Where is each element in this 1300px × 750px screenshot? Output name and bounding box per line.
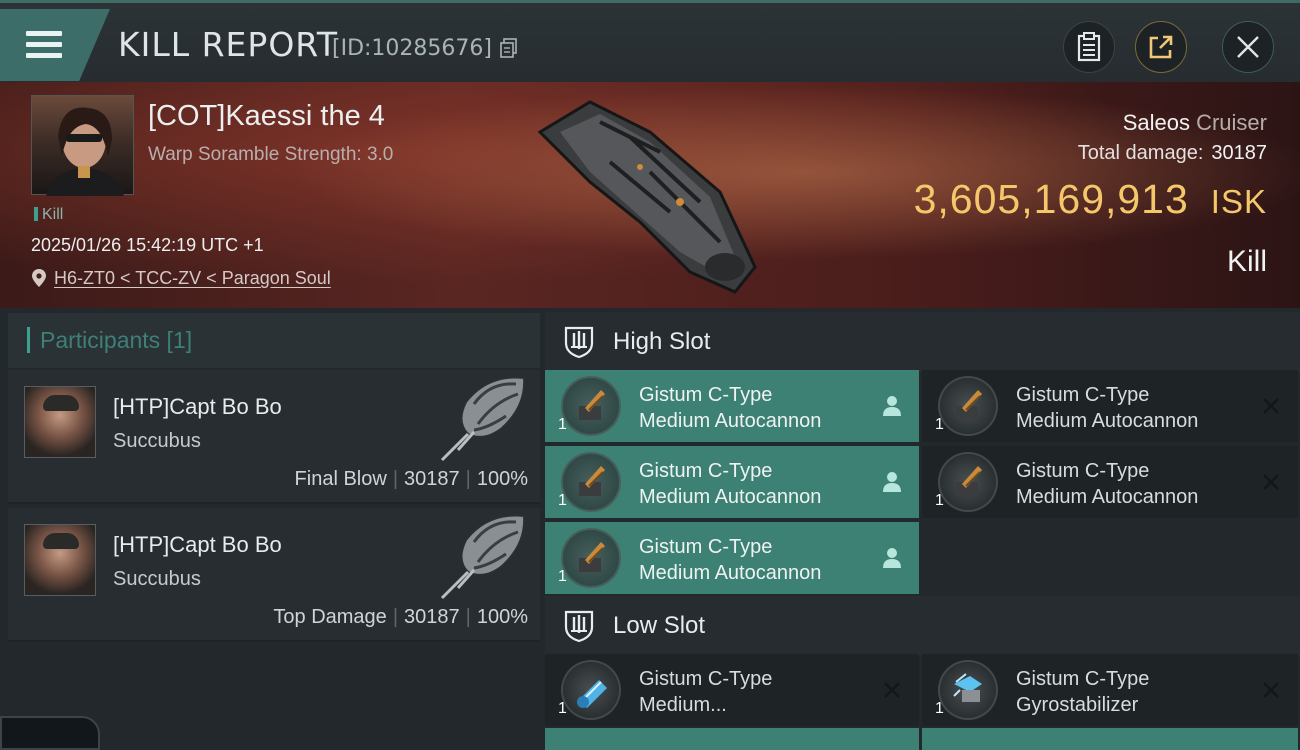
victim-ship-image (537, 100, 757, 294)
low-slot-icon (564, 610, 594, 643)
module-name: Gistum C-Type Gyrostabilizer (1016, 668, 1150, 716)
share-icon (1149, 35, 1173, 59)
autocannon-icon (579, 466, 605, 496)
dropped-x-icon (1263, 682, 1279, 698)
module-item[interactable]: 1 Gistum C-Type Medium Autocannon (545, 522, 919, 594)
participant-role: Top Damage (273, 606, 387, 628)
menu-icon (26, 31, 62, 36)
top-bar: KILL REPORT [ID:10285676] (0, 0, 1300, 82)
copy-icon[interactable] (500, 38, 518, 58)
participants-header: Participants [1] (8, 313, 540, 368)
participant-row[interactable]: [HTP]Capt Bo Bo Succubus Final Blow | 3018… (8, 370, 540, 504)
location-pin-icon (32, 269, 46, 287)
participant-role: Final Blow (294, 468, 387, 490)
avatar[interactable] (24, 524, 96, 596)
autocannon-icon (579, 390, 605, 420)
dropped-x-icon (884, 682, 900, 698)
clipboard-button[interactable] (1063, 21, 1115, 73)
ship-name: Saleos (1122, 110, 1190, 135)
high-slot-title: High Slot (613, 328, 711, 355)
page-title: KILL REPORT (118, 25, 338, 64)
dropped-x-icon (1263, 398, 1279, 414)
module-item-partial[interactable] (545, 728, 919, 750)
participant-stats: Top Damage | 30187 | 100% (273, 606, 528, 628)
isk-value: 3,605,169,913 ISK (914, 176, 1267, 223)
module-item[interactable]: 1 Gistum C-Type Medium Autocannon (922, 446, 1298, 518)
victim-ship: Saleos Cruiser (1123, 110, 1267, 136)
module-quantity: 1 (935, 416, 944, 433)
avatar[interactable] (24, 386, 96, 458)
participant-name[interactable]: [HTP]Capt Bo Bo (113, 394, 282, 420)
participant-ship-image (440, 514, 526, 600)
dropped-x-icon (1263, 474, 1279, 490)
warp-scramble-strength: Warp Soramble Strength: 3.0 (148, 144, 394, 165)
location-link[interactable]: H6-ZT0 < TCC-ZV < Paragon Soul (54, 268, 331, 289)
participant-ship: Succubus (113, 568, 201, 590)
autocannon-icon (579, 542, 605, 572)
module-item[interactable]: 1 Gistum C-Type Medium Autocannon (545, 446, 919, 518)
minimap-thumbnail[interactable] (0, 716, 100, 750)
participant-row[interactable]: [HTP]Capt Bo Bo Succubus Top Damage | 3018… (8, 508, 540, 642)
module-item-partial[interactable] (922, 728, 1298, 750)
isk-amount: 3,605,169,913 (913, 176, 1189, 222)
kill-banner: [COT]Kaessi the 4 Warp Soramble Strength… (0, 82, 1300, 308)
participants-title: Participants [1] (40, 327, 193, 353)
kill-tag: Kill (34, 206, 63, 224)
total-damage-label: Total damage: (1077, 142, 1204, 164)
destroyed-person-icon (883, 396, 901, 416)
total-damage: Total damage: 30187 (1078, 142, 1267, 165)
close-button[interactable] (1222, 21, 1274, 73)
participant-ship-image (440, 376, 526, 462)
participant-percent: 100% (476, 468, 528, 490)
low-slot-header: Low Slot (545, 596, 1300, 656)
module-quantity: 1 (935, 700, 944, 717)
menu-button[interactable] (0, 9, 110, 81)
shield-module-icon (577, 680, 607, 708)
participant-percent: 100% (476, 606, 528, 628)
module-item[interactable]: 1 Gistum C-Type Medium... (545, 654, 919, 726)
close-icon (1237, 36, 1259, 58)
module-item[interactable]: 1 Gistum C-Type Medium Autocannon (545, 370, 919, 442)
participant-stats: Final Blow | 30187 | 100% (294, 468, 528, 490)
module-name: Gistum C-Type Medium Autocannon (639, 536, 822, 584)
module-quantity: 1 (935, 492, 944, 509)
share-button[interactable] (1135, 21, 1187, 73)
module-name: Gistum C-Type Medium Autocannon (639, 460, 822, 508)
low-slot-title: Low Slot (613, 612, 706, 639)
autocannon-icon (956, 466, 982, 496)
module-quantity: 1 (558, 492, 567, 509)
module-item[interactable]: 1 Gistum C-Type Medium Autocannon (922, 370, 1298, 442)
module-quantity: 1 (558, 416, 567, 433)
module-name: Gistum C-Type Medium Autocannon (639, 384, 822, 432)
participant-damage: 30187 (404, 606, 460, 628)
autocannon-icon (956, 390, 982, 420)
destroyed-person-icon (883, 472, 901, 492)
module-quantity: 1 (558, 700, 567, 717)
report-id: [ID:10285676] (332, 36, 492, 61)
isk-unit: ISK (1210, 183, 1267, 220)
module-name: Gistum C-Type Medium... (639, 668, 773, 716)
participant-ship: Succubus (113, 430, 201, 452)
ship-class: Cruiser (1196, 110, 1267, 135)
kill-result: Kill (1226, 245, 1267, 278)
module-item[interactable]: 1 Gistum C-Type Gyrostabilizer (922, 654, 1298, 726)
destroyed-person-icon (883, 548, 901, 568)
victim-name[interactable]: [COT]Kaessi the 4 (148, 100, 385, 133)
participant-damage: 30187 (404, 468, 460, 490)
total-damage-value: 30187 (1211, 142, 1267, 164)
participant-name[interactable]: [HTP]Capt Bo Bo (113, 532, 282, 558)
kill-datetime: 2025/01/26 15:42:19 UTC +1 (31, 235, 264, 255)
high-slot-icon (564, 326, 594, 359)
victim-portrait[interactable] (31, 95, 134, 196)
module-name: Gistum C-Type Medium Autocannon (1016, 460, 1199, 508)
module-name: Gistum C-Type Medium Autocannon (1016, 384, 1199, 432)
gyrostabilizer-icon (953, 673, 982, 702)
high-slot-header: High Slot (545, 312, 1300, 372)
module-quantity: 1 (558, 568, 567, 585)
clipboard-icon (1077, 32, 1101, 62)
